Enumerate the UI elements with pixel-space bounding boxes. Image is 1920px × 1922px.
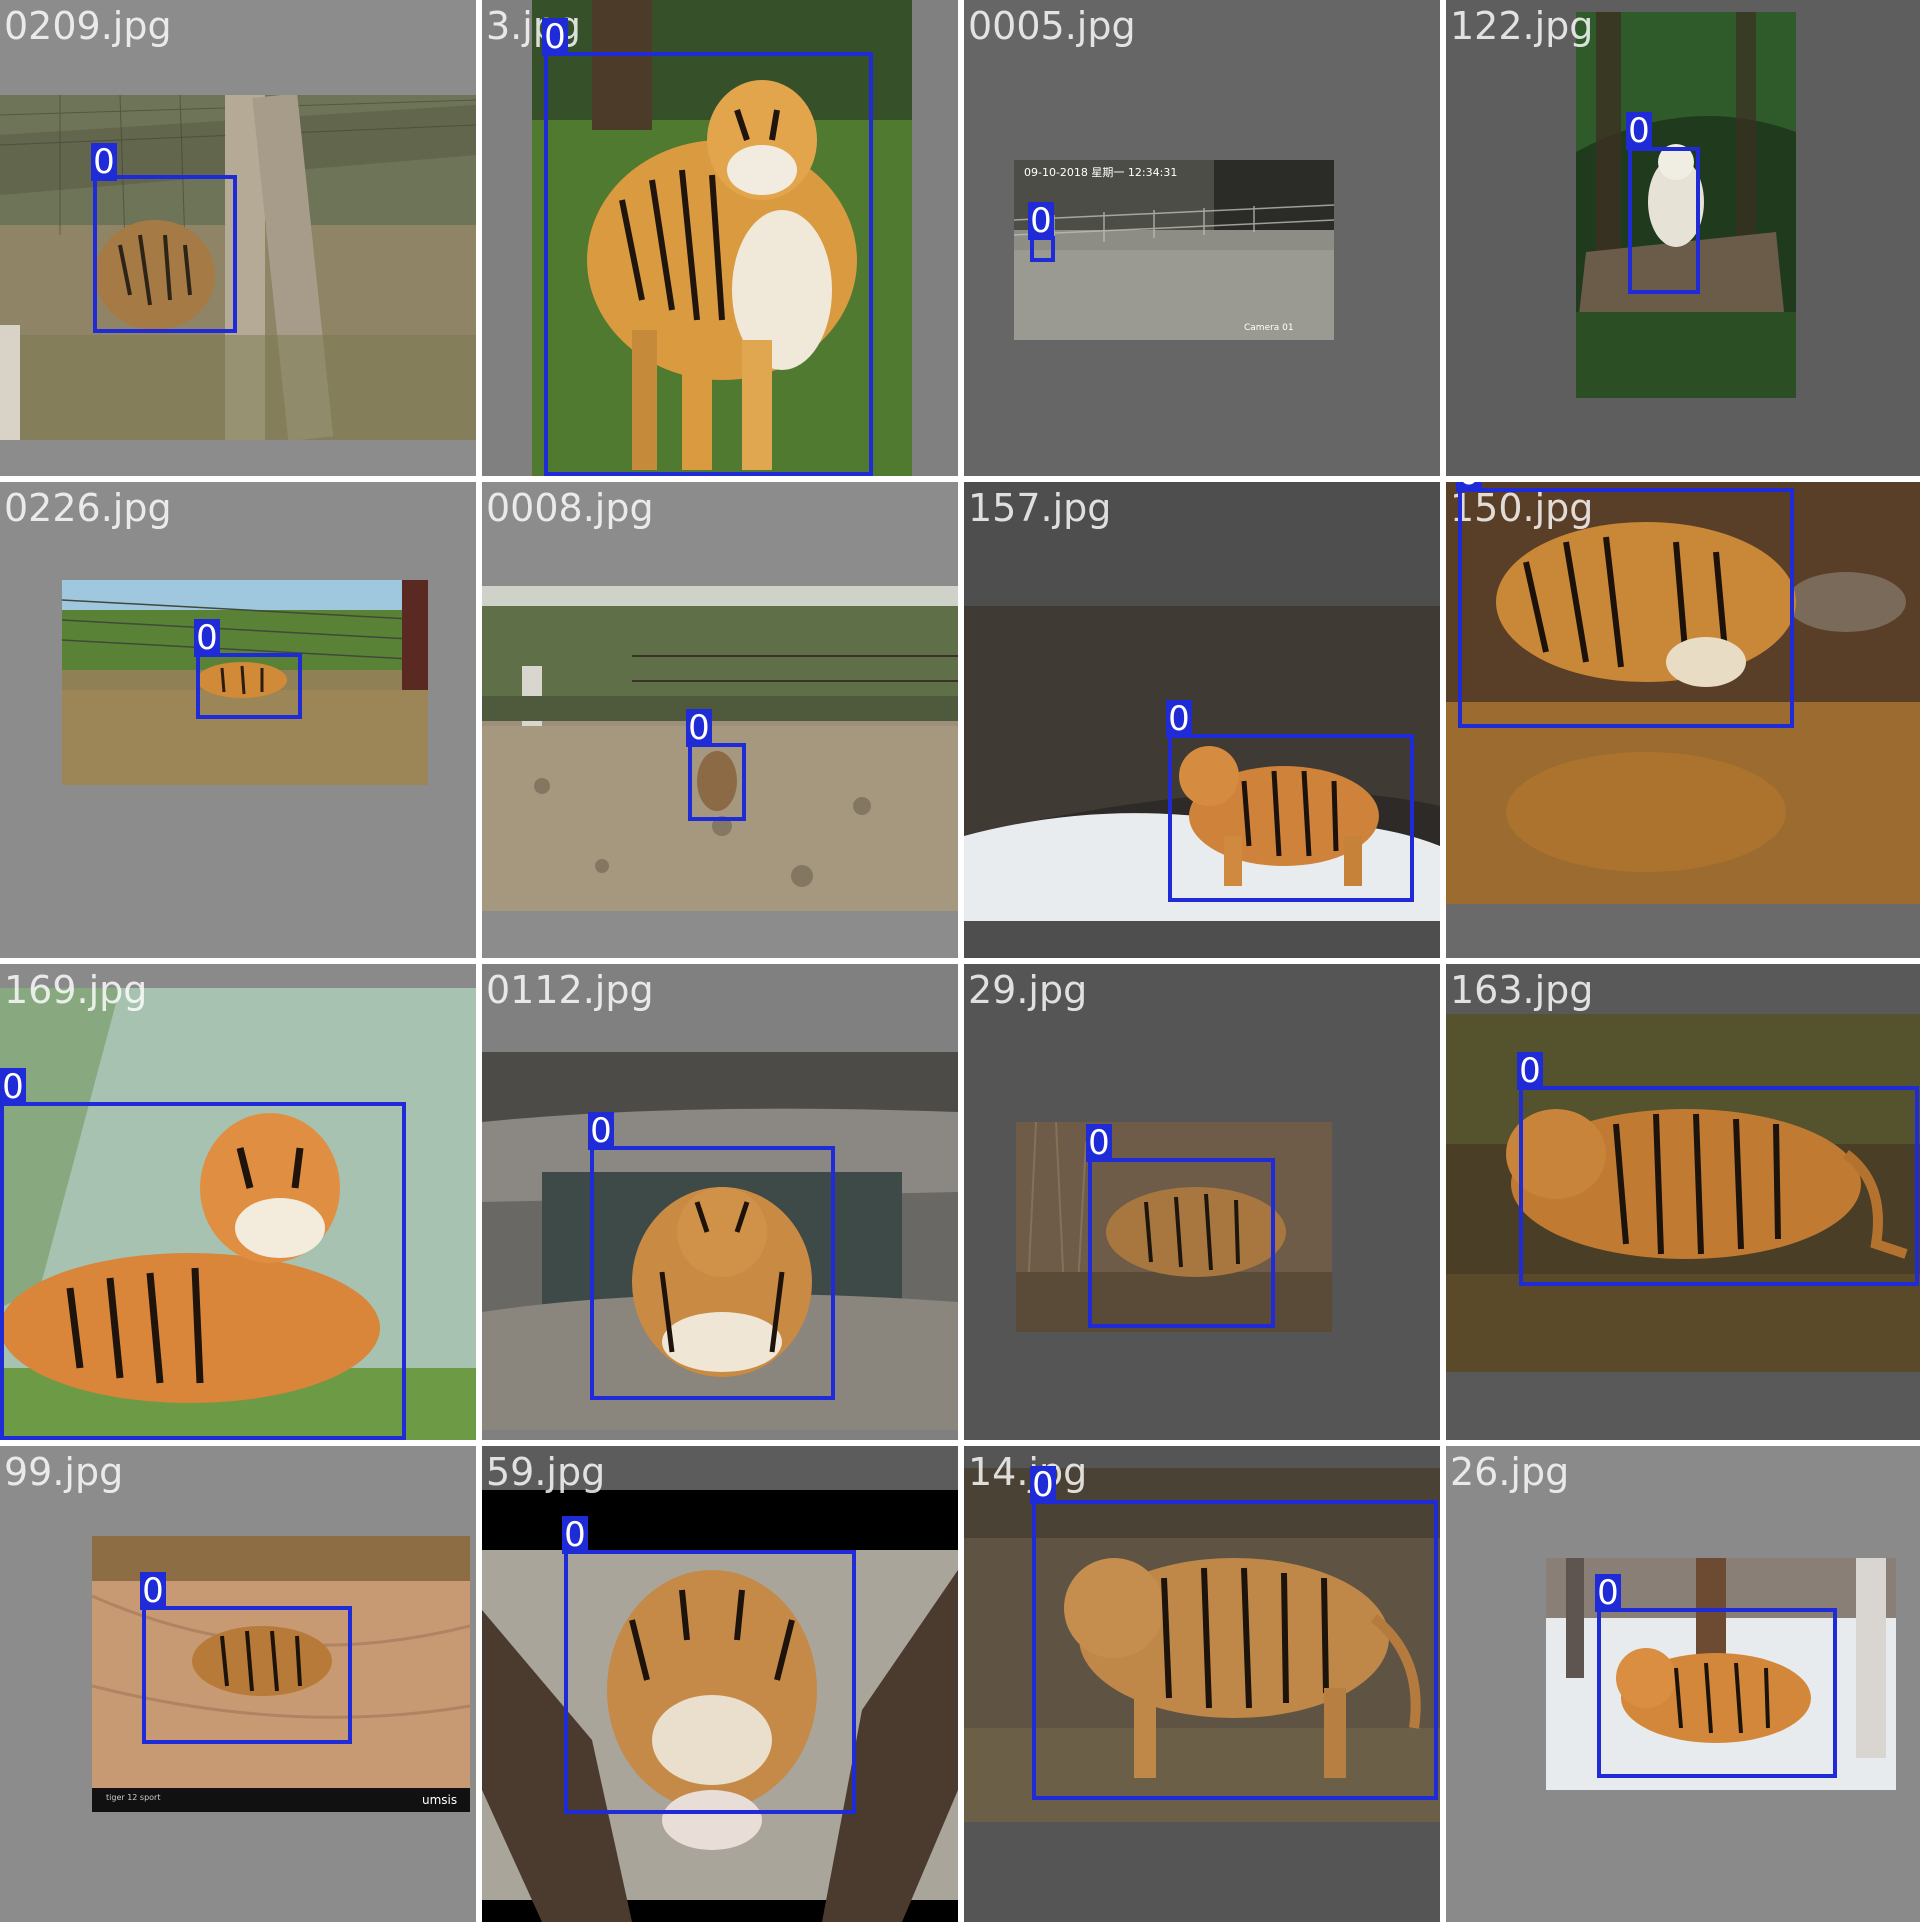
detection-class-label: 0: [91, 143, 117, 181]
tile-0005: 09-10-2018 星期一 12:34:31 Camera 01 0005.j…: [964, 0, 1440, 476]
tile-filename: 0226.jpg: [4, 486, 172, 530]
photo-zoo-enclosure: [0, 95, 476, 440]
tile-0008: 0008.jpg 0: [482, 482, 958, 958]
detection-class-label: 0: [686, 709, 712, 747]
detection-class-label: 0: [1517, 1052, 1543, 1090]
tile-filename: 29.jpg: [968, 968, 1088, 1012]
detection-class-label: 0: [588, 1112, 614, 1150]
detection-box: [544, 52, 873, 476]
tile-filename: 0005.jpg: [968, 4, 1136, 48]
detection-class-label: 0: [542, 18, 568, 56]
detection-class-label: 0: [1166, 700, 1192, 738]
photo-caption: tiger 12 sport: [106, 1793, 160, 1802]
tile-122: 122.jpg 0: [1446, 0, 1920, 476]
tile-filename: 26.jpg: [1450, 1450, 1570, 1494]
tile-filename: 0112.jpg: [486, 968, 654, 1012]
detection-box: [590, 1146, 835, 1400]
tile-filename: 0209.jpg: [4, 4, 172, 48]
tile-filename: 59.jpg: [486, 1450, 606, 1494]
detection-class-label: 0: [1456, 482, 1482, 492]
detection-box: [196, 653, 302, 719]
trailcam-timestamp: 09-10-2018 星期一 12:34:31: [1024, 166, 1177, 179]
tile-0112: 0112.jpg 0: [482, 964, 958, 1440]
detection-class-label: 0: [194, 619, 220, 657]
detection-box: [1519, 1086, 1919, 1286]
tile-26: 26.jpg 0: [1446, 1446, 1920, 1922]
detection-box: [564, 1550, 856, 1814]
tile-169: 169.jpg 0: [0, 964, 476, 1440]
detection-box: [93, 175, 237, 333]
tile-0209: 0209.jpg 0: [0, 0, 476, 476]
detection-class-label: 0: [1030, 1466, 1056, 1504]
tile-filename: 99.jpg: [4, 1450, 124, 1494]
detection-box: [0, 1102, 406, 1440]
tile-filename: 122.jpg: [1450, 4, 1594, 48]
tile-filename: 169.jpg: [4, 968, 148, 1012]
tile-14: 14.jpg 0: [964, 1446, 1440, 1922]
photo-watermark: umsis: [422, 1793, 457, 1807]
detection-box: [142, 1606, 352, 1744]
detection-box: [1628, 147, 1700, 294]
tile-filename: 14.jpg: [968, 1450, 1088, 1494]
detection-class-label: 0: [562, 1516, 588, 1554]
tile-157: 157.jpg 0: [964, 482, 1440, 958]
tile-filename: 0008.jpg: [486, 486, 654, 530]
tile-59: 59.jpg 0: [482, 1446, 958, 1922]
detection-class-label: 0: [1028, 202, 1054, 240]
detection-box: [1088, 1158, 1275, 1328]
photo-trailcam-field: 09-10-2018 星期一 12:34:31 Camera 01: [1014, 160, 1334, 340]
detection-mosaic: 0209.jpg 0 3.jpg 0 09-10-2018 星期一 12:34:…: [0, 0, 1920, 1922]
detection-box: [1032, 1500, 1438, 1800]
detection-class-label: 0: [1595, 1574, 1621, 1612]
tile-0226: 0226.jpg 0: [0, 482, 476, 958]
tile-163: 163.jpg 0: [1446, 964, 1920, 1440]
detection-box: [1168, 734, 1414, 902]
detection-class-label: 0: [1086, 1124, 1112, 1162]
tile-3: 3.jpg 0: [482, 0, 958, 476]
detection-class-label: 0: [0, 1068, 26, 1106]
tile-29: 29.jpg 0: [964, 964, 1440, 1440]
trailcam-camera-label: Camera 01: [1244, 323, 1294, 333]
detection-box: [1458, 488, 1794, 728]
tile-99: tiger 12 sport umsis 99.jpg 0: [0, 1446, 476, 1922]
tile-filename: 157.jpg: [968, 486, 1112, 530]
detection-class-label: 0: [1626, 112, 1652, 150]
detection-box: [688, 743, 746, 821]
tile-150: 150.jpg 0: [1446, 482, 1920, 958]
detection-class-label: 0: [140, 1572, 166, 1610]
tile-filename: 163.jpg: [1450, 968, 1594, 1012]
detection-box: [1597, 1608, 1837, 1778]
